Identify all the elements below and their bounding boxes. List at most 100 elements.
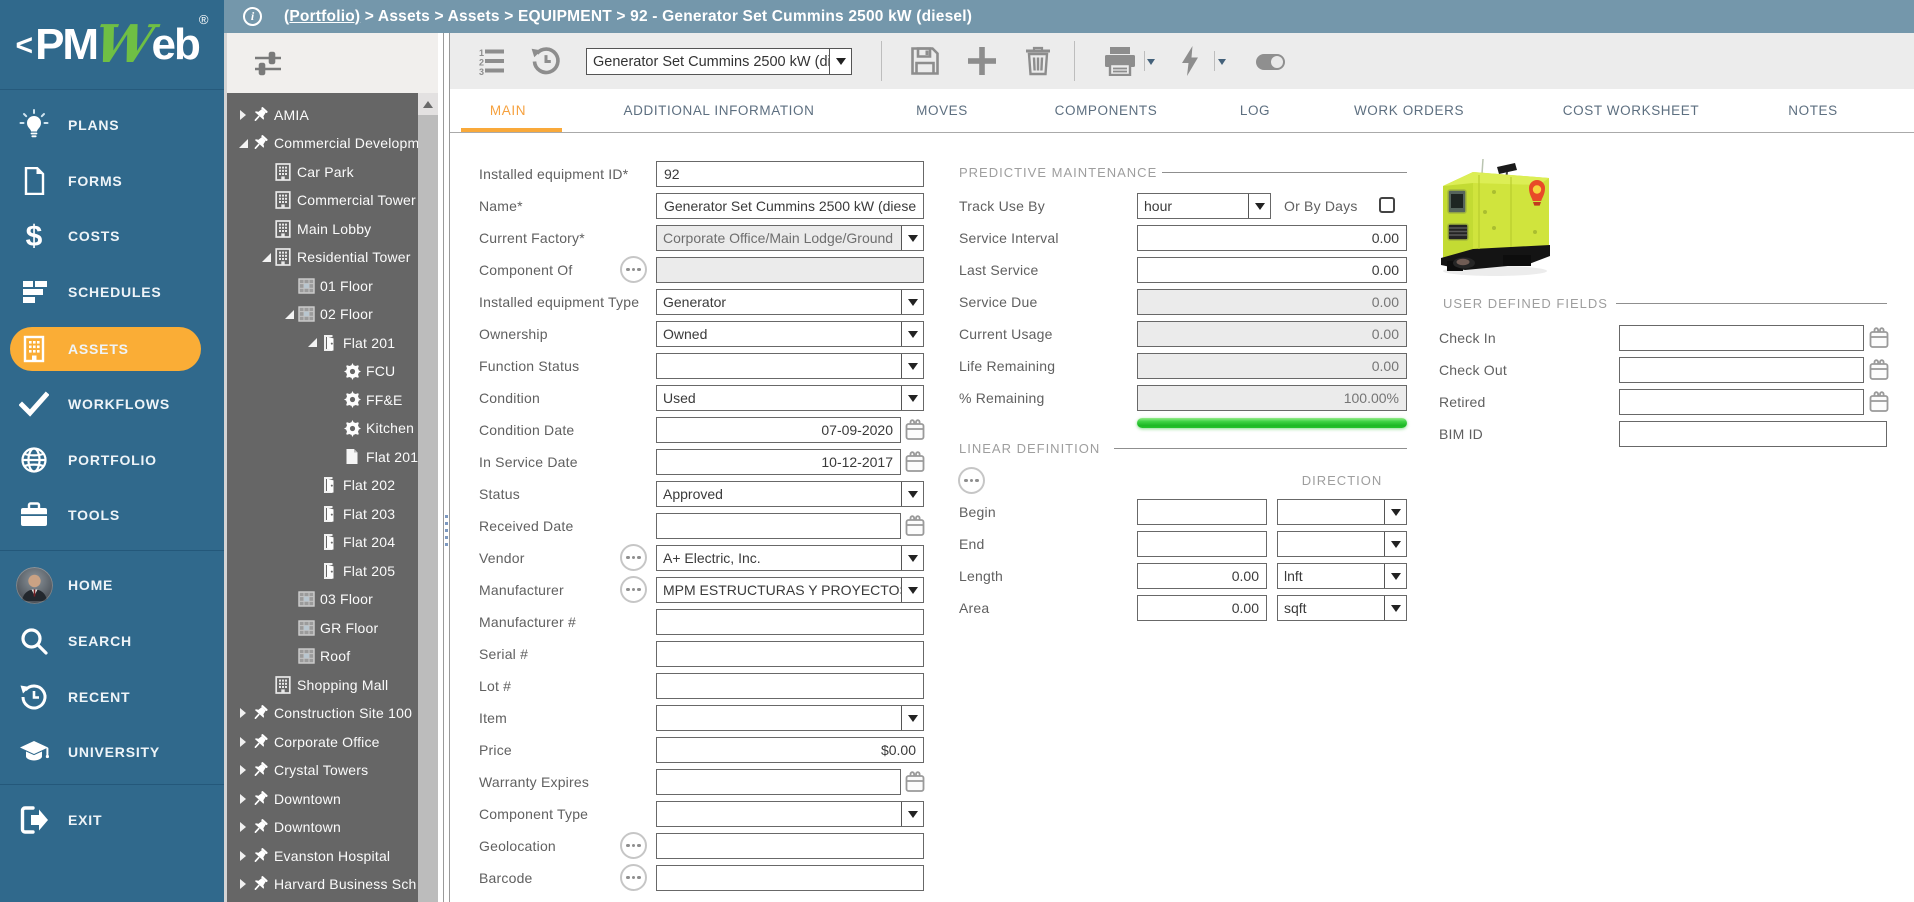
- field-condition-date-calendar-icon[interactable]: [905, 419, 925, 441]
- field-condition-select[interactable]: Used: [656, 385, 924, 411]
- tree-item-flat-204[interactable]: Flat 204: [227, 528, 418, 557]
- dropdown-arrow-icon[interactable]: [901, 386, 923, 410]
- sidebar-item-workflows[interactable]: WORKFLOWS: [0, 382, 224, 426]
- tree-item-03-floor[interactable]: 03 Floor: [227, 585, 418, 614]
- field-begin-input[interactable]: [1137, 499, 1267, 525]
- sidebar-item-tools[interactable]: TOOLS: [0, 493, 224, 537]
- field-barcode-lookup-button[interactable]: [620, 864, 647, 891]
- field-warranty-expires-calendar-icon[interactable]: [905, 771, 925, 793]
- field-last-service-input[interactable]: 0.00: [1137, 257, 1407, 283]
- tab-work-orders[interactable]: WORK ORDERS: [1354, 89, 1464, 132]
- workflow-button[interactable]: [1172, 33, 1208, 89]
- field-check-out-input[interactable]: [1619, 357, 1864, 383]
- dropdown-arrow-icon[interactable]: [829, 49, 851, 74]
- field-item-select[interactable]: [656, 705, 924, 731]
- field-manufacturer-select[interactable]: MPM ESTRUCTURAS Y PROYECTOS: [656, 577, 924, 603]
- tree-item-02-floor[interactable]: 02 Floor: [227, 300, 418, 329]
- panel-splitter[interactable]: [443, 33, 450, 902]
- tree-item-flat-201[interactable]: Flat 201: [227, 328, 418, 357]
- collapse-arrow-icon[interactable]: [235, 135, 251, 151]
- field-installed-equipment-type-select[interactable]: Generator: [656, 289, 924, 315]
- dropdown-arrow-icon[interactable]: [901, 578, 923, 602]
- tree-item-amia[interactable]: AMIA: [227, 100, 418, 129]
- field-received-date-input[interactable]: [656, 513, 901, 539]
- expand-arrow-icon[interactable]: [235, 734, 251, 750]
- tree-scrollbar[interactable]: [418, 93, 438, 902]
- collapse-sidebar-icon[interactable]: <: [16, 29, 34, 63]
- field-in-service-date-calendar-icon[interactable]: [905, 451, 925, 473]
- field-check-in-calendar-icon[interactable]: [1869, 327, 1889, 349]
- linear-definition-lookup-button[interactable]: [958, 467, 985, 494]
- expand-arrow-icon[interactable]: [235, 848, 251, 864]
- sidebar-item-home[interactable]: HOME: [0, 563, 224, 607]
- sidebar-item-forms[interactable]: FORMS: [0, 159, 224, 203]
- or-by-days-checkbox[interactable]: [1379, 197, 1395, 213]
- field-component-of-lookup-button[interactable]: [620, 256, 647, 283]
- tree-item-downtown[interactable]: Downtown: [227, 813, 418, 842]
- dropdown-arrow-icon[interactable]: [1384, 596, 1406, 620]
- record-selector-dropdown[interactable]: Generator Set Cummins 2500 kW (di: [586, 48, 852, 75]
- splitter-grip-icon[interactable]: [445, 515, 448, 546]
- sidebar-item-plans[interactable]: PLANS: [0, 103, 224, 147]
- breadcrumb-portfolio-link[interactable]: (Portfolio): [284, 8, 360, 25]
- expand-arrow-icon[interactable]: [235, 705, 251, 721]
- field-serial-input[interactable]: [656, 641, 924, 667]
- field-retired-calendar-icon[interactable]: [1869, 391, 1889, 413]
- field-lot-input[interactable]: [656, 673, 924, 699]
- tree-item-flat-201[interactable]: Flat 201: [227, 442, 418, 471]
- field-in-service-date-input[interactable]: 10-12-2017: [656, 449, 901, 475]
- field-end-unit-select[interactable]: [1277, 531, 1407, 557]
- field-retired-input[interactable]: [1619, 389, 1864, 415]
- save-button[interactable]: [905, 33, 945, 89]
- expand-arrow-icon[interactable]: [235, 876, 251, 892]
- field-length-unit-select[interactable]: lnft: [1277, 563, 1407, 589]
- sidebar-item-search[interactable]: SEARCH: [0, 619, 224, 663]
- collapse-arrow-icon[interactable]: [281, 306, 297, 322]
- tree-item-commercial-developm[interactable]: Commercial Developm: [227, 129, 418, 158]
- collapse-arrow-icon[interactable]: [258, 249, 274, 265]
- field-condition-date-input[interactable]: 07-09-2020: [656, 417, 901, 443]
- tree-item-crystal-towers[interactable]: Crystal Towers: [227, 756, 418, 785]
- info-icon[interactable]: i: [243, 7, 262, 26]
- field-vendor-lookup-button[interactable]: [620, 544, 647, 571]
- field-status-select[interactable]: Approved: [656, 481, 924, 507]
- field-barcode-input[interactable]: [656, 865, 924, 891]
- expand-arrow-icon[interactable]: [235, 107, 251, 123]
- tree-item-car-park[interactable]: Car Park: [227, 157, 418, 186]
- tree-item-ff-e[interactable]: FF&E: [227, 385, 418, 414]
- sidebar-item-assets[interactable]: ASSETS: [0, 327, 224, 371]
- tab-additional-information[interactable]: ADDITIONAL INFORMATION: [624, 89, 815, 132]
- tree-item-01-floor[interactable]: 01 Floor: [227, 271, 418, 300]
- sidebar-item-costs[interactable]: $ COSTS: [0, 214, 224, 258]
- tree-item-evanston-hospital[interactable]: Evanston Hospital: [227, 841, 418, 870]
- scroll-up-button[interactable]: [418, 93, 438, 115]
- field-begin-unit-select[interactable]: [1277, 499, 1407, 525]
- tree-item-shopping-mall[interactable]: Shopping Mall: [227, 670, 418, 699]
- tree-item-residential-tower[interactable]: Residential Tower: [227, 243, 418, 272]
- field-geolocation-lookup-button[interactable]: [620, 832, 647, 859]
- dropdown-arrow-icon[interactable]: [1384, 500, 1406, 524]
- print-menu-arrow-icon[interactable]: [1147, 59, 1155, 65]
- field-name-input[interactable]: Generator Set Cummins 2500 kW (diese: [656, 193, 924, 219]
- print-button[interactable]: [1100, 33, 1140, 89]
- dropdown-arrow-icon[interactable]: [901, 546, 923, 570]
- field-ownership-select[interactable]: Owned: [656, 321, 924, 347]
- field-manufacturer-input[interactable]: [656, 609, 924, 635]
- field-check-out-calendar-icon[interactable]: [1869, 359, 1889, 381]
- dropdown-arrow-icon[interactable]: [901, 802, 923, 826]
- dropdown-arrow-icon[interactable]: [901, 482, 923, 506]
- tree-item-kitchen[interactable]: Kitchen: [227, 414, 418, 443]
- dropdown-arrow-icon[interactable]: [1384, 532, 1406, 556]
- field-vendor-select[interactable]: A+ Electric, Inc.: [656, 545, 924, 571]
- field-area-input[interactable]: 0.00: [1137, 595, 1267, 621]
- tree-item-downtown[interactable]: Downtown: [227, 784, 418, 813]
- expand-arrow-icon[interactable]: [235, 762, 251, 778]
- dropdown-arrow-icon[interactable]: [1248, 194, 1270, 218]
- field-service-interval-input[interactable]: 0.00: [1137, 225, 1407, 251]
- tree-filter-icon[interactable]: [253, 48, 283, 78]
- sidebar-item-portfolio[interactable]: PORTFOLIO: [0, 438, 224, 482]
- layout-toggle-switch[interactable]: [1256, 54, 1285, 70]
- field-received-date-calendar-icon[interactable]: [905, 515, 925, 537]
- expand-arrow-icon[interactable]: [235, 791, 251, 807]
- sidebar-item-recent[interactable]: RECENT: [0, 675, 224, 719]
